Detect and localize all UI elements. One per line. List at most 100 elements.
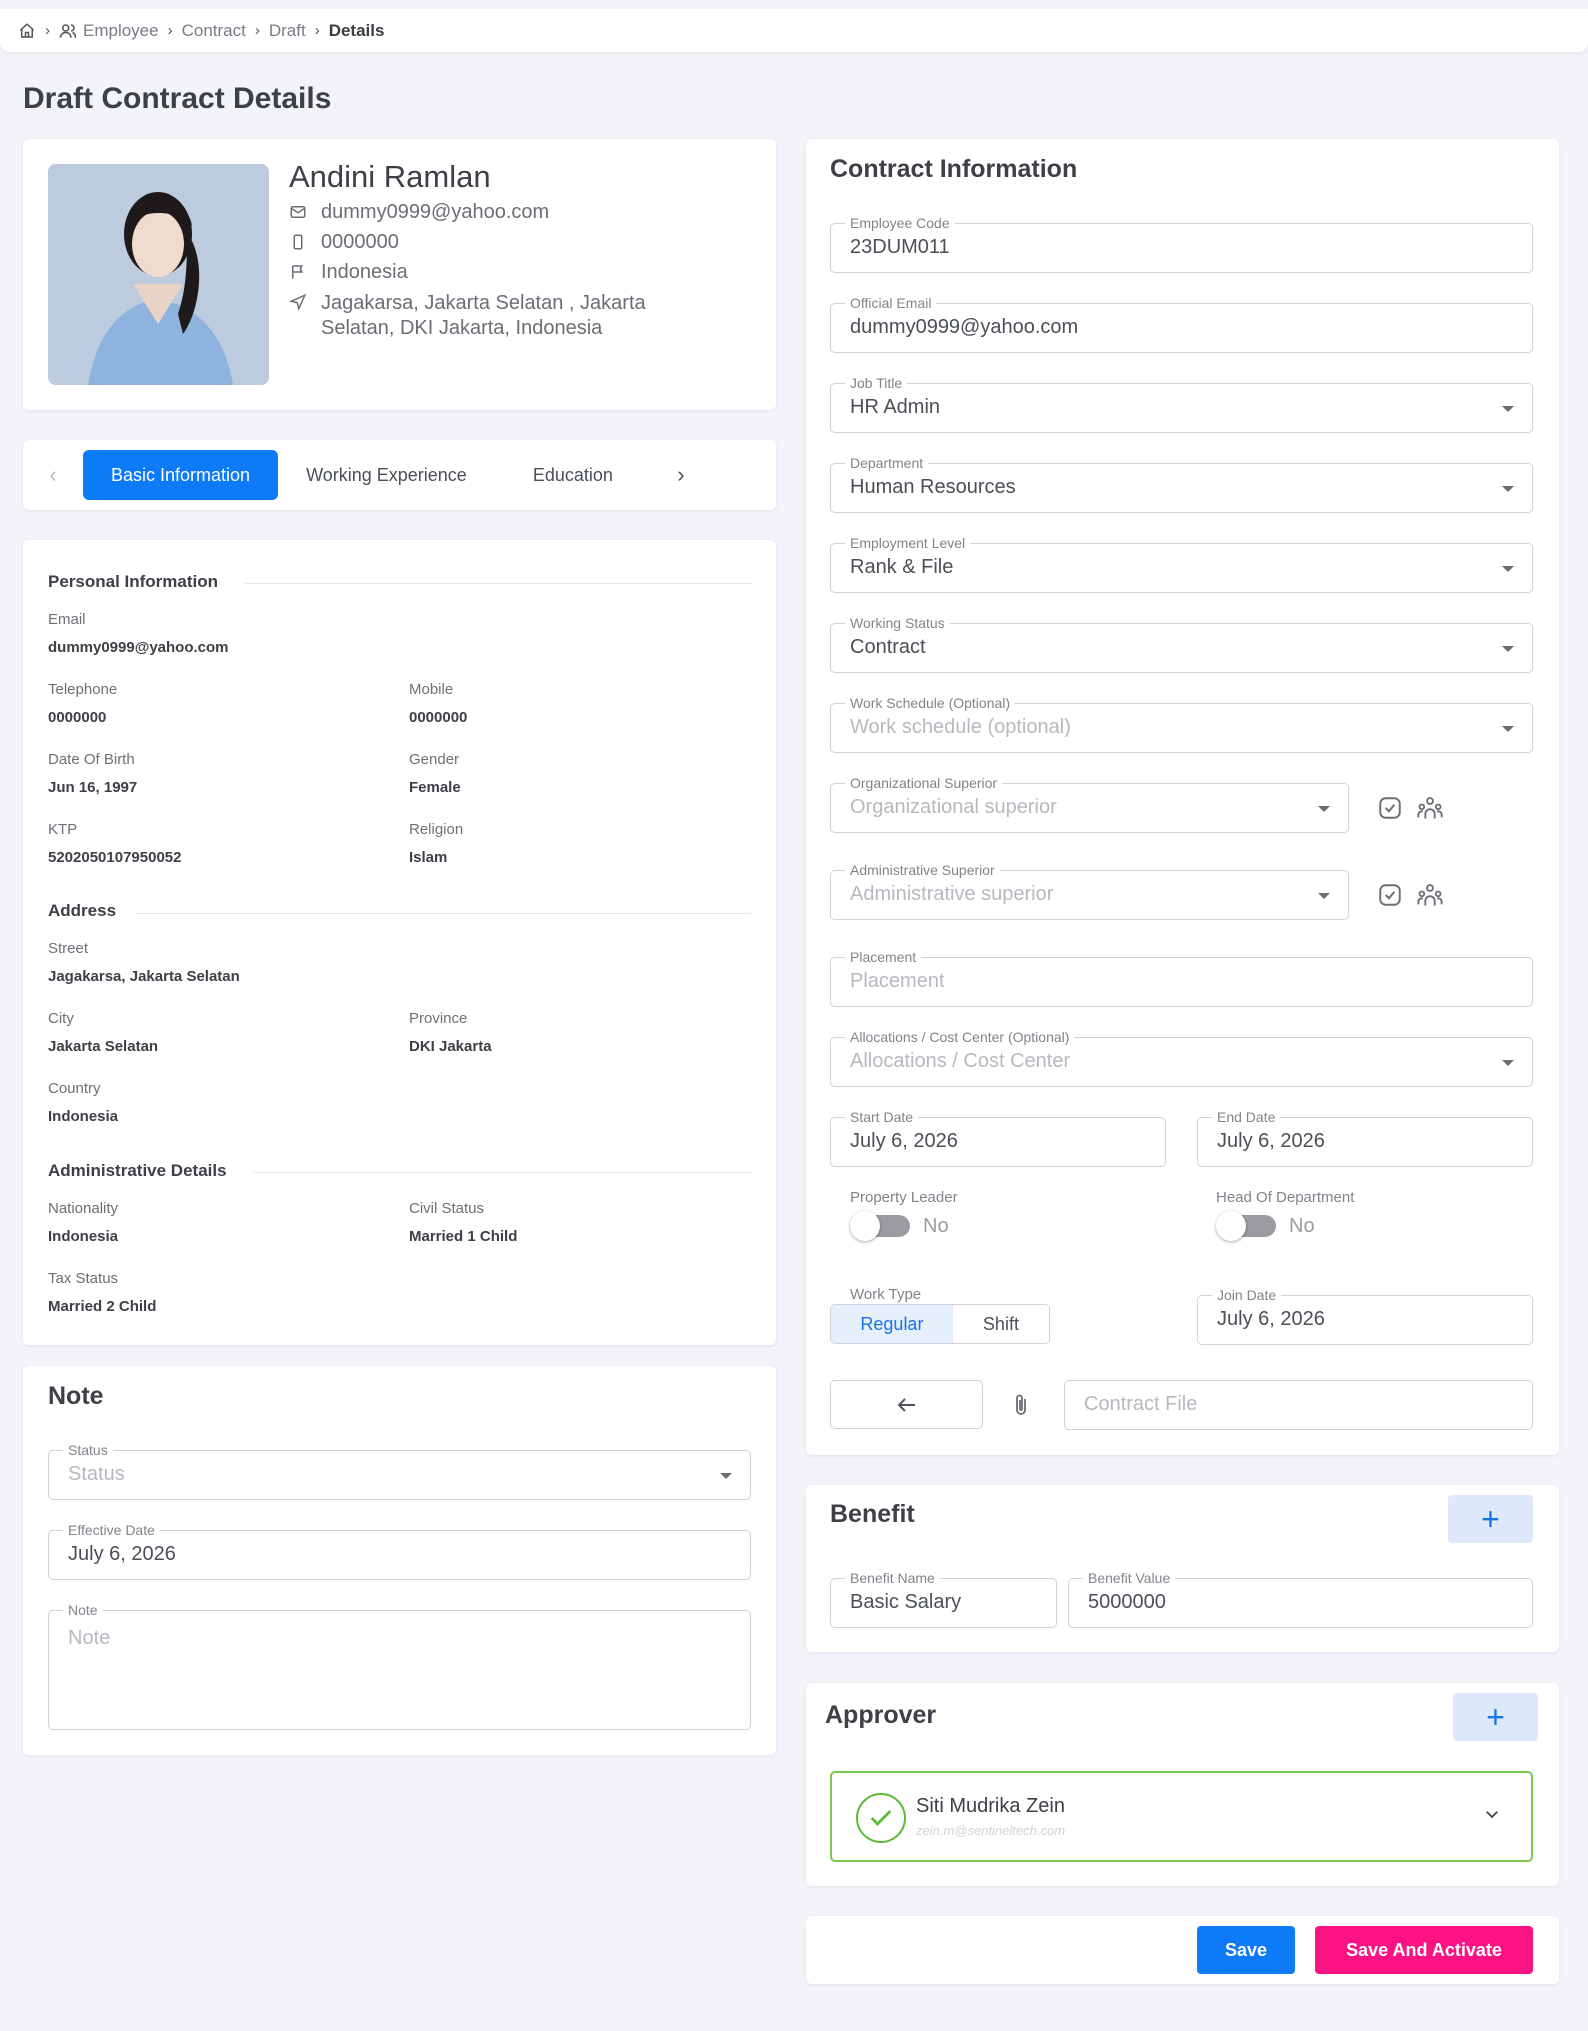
caret-down-icon (1502, 566, 1514, 572)
employment-level-label: Employment Level (845, 535, 971, 551)
official-email-label: Official Email (845, 295, 937, 311)
administrative-superior-label: Administrative Superior (845, 862, 1000, 878)
effective-date-field[interactable]: Effective Date July 6, 2026 (48, 1522, 751, 1580)
paperclip-icon[interactable] (1006, 1390, 1036, 1420)
mobile-value: 0000000 (409, 709, 468, 726)
approver-item[interactable]: Siti Mudrika Zein zein.m@sentineltech.co… (830, 1771, 1533, 1862)
job-title-select[interactable]: Job Title HR Admin (830, 375, 1533, 433)
benefit-name-field[interactable]: Benefit Name Basic Salary (830, 1570, 1057, 1628)
add-benefit-button[interactable]: + (1448, 1495, 1533, 1543)
flag-icon (289, 263, 309, 287)
department-label: Department (845, 455, 929, 471)
employee-code-field[interactable]: Employee Code 23DUM011 (830, 215, 1533, 273)
placement-placeholder: Placement (850, 970, 945, 992)
status-select[interactable]: Status Status (48, 1442, 751, 1500)
city-label: City (48, 1010, 74, 1027)
profile-card: Andini Ramlan dummy0999@yahoo.com 000000… (23, 139, 776, 410)
breadcrumb-draft[interactable]: Draft (269, 21, 306, 41)
benefit-value-value: 5000000 (1088, 1591, 1166, 1613)
religion-value: Islam (409, 849, 448, 866)
work-schedule-select[interactable]: Work Schedule (Optional) Work schedule (… (830, 695, 1533, 753)
caret-down-icon (720, 1473, 732, 1479)
benefit-card: Benefit + Benefit Name Basic Salary Bene… (806, 1485, 1559, 1652)
join-date-field[interactable]: Join Date July 6, 2026 (1197, 1287, 1533, 1345)
tab-basic-information[interactable]: Basic Information (83, 450, 279, 500)
dob-label: Date Of Birth (48, 751, 135, 768)
caret-down-icon (1318, 806, 1330, 812)
allocations-select[interactable]: Allocations / Cost Center (Optional) All… (830, 1029, 1533, 1087)
head-of-department-toggle[interactable] (1216, 1209, 1278, 1241)
ktp-value: 5202050107950052 (48, 849, 182, 866)
plus-icon: + (1481, 1500, 1500, 1537)
status-placeholder: Status (68, 1463, 125, 1485)
note-textarea[interactable]: Note Note (48, 1602, 751, 1730)
benefit-value-field[interactable]: Benefit Value 5000000 (1068, 1570, 1533, 1628)
chevron-right-icon[interactable]: › (651, 450, 711, 500)
add-approver-button[interactable]: + (1453, 1693, 1538, 1741)
province-value: DKI Jakarta (409, 1038, 492, 1055)
profile-address: Jagakarsa, Jakarta Selatan , Jakarta Sel… (321, 292, 646, 339)
status-label: Status (63, 1442, 113, 1458)
tab-working-experience[interactable]: Working Experience (278, 450, 495, 500)
head-of-department-label: Head Of Department (1216, 1189, 1355, 1206)
start-date-field[interactable]: Start Date July 6, 2026 (830, 1109, 1166, 1167)
tab-education[interactable]: Education (495, 450, 651, 500)
group-icon[interactable] (1415, 793, 1445, 823)
avatar (48, 164, 269, 385)
home-icon[interactable] (18, 22, 36, 40)
employee-code-label: Employee Code (845, 215, 955, 231)
breadcrumb-employee[interactable]: Employee (59, 21, 159, 41)
organizational-superior-select[interactable]: Organizational Superior Organizational s… (830, 775, 1349, 833)
chevron-left-icon[interactable]: ‹ (23, 450, 83, 500)
employment-level-select[interactable]: Employment Level Rank & File (830, 535, 1533, 593)
section-address: Address (48, 901, 117, 920)
breadcrumb-contract[interactable]: Contract (182, 21, 246, 41)
work-type-shift[interactable]: Shift (953, 1305, 1049, 1343)
working-status-select[interactable]: Working Status Contract (830, 615, 1533, 673)
tax-status-label: Tax Status (48, 1270, 119, 1287)
benefit-name-label: Benefit Name (845, 1570, 940, 1586)
save-and-activate-button[interactable]: Save And Activate (1315, 1926, 1533, 1974)
gender-value: Female (409, 779, 461, 796)
nationality-value: Indonesia (48, 1228, 119, 1245)
contract-file-input[interactable]: Contract File (1064, 1380, 1533, 1430)
approver-card: Approver + Siti Mudrika Zein zein.m@sent… (806, 1683, 1559, 1886)
caret-down-icon (1502, 486, 1514, 492)
official-email-field[interactable]: Official Email dummy0999@yahoo.com (830, 295, 1533, 353)
street-label: Street (48, 940, 89, 957)
back-button[interactable] (830, 1380, 983, 1429)
property-leader-label: Property Leader (850, 1189, 958, 1206)
chevron-right-icon: › (314, 22, 320, 39)
work-type-regular[interactable]: Regular (831, 1305, 953, 1343)
chevron-right-icon: › (167, 22, 173, 39)
profile-address-row: Jagakarsa, Jakarta Selatan , Jakarta Sel… (288, 291, 701, 341)
administrative-superior-select[interactable]: Administrative Superior Administrative s… (830, 862, 1349, 920)
placement-field[interactable]: Placement Placement (830, 949, 1533, 1007)
contract-title: Contract Information (830, 155, 1078, 183)
approver-name: Siti Mudrika Zein (916, 1795, 1065, 1817)
property-leader-toggle[interactable] (850, 1209, 912, 1241)
check-square-icon[interactable] (1375, 880, 1405, 910)
save-button[interactable]: Save (1197, 1926, 1295, 1974)
country-value: Indonesia (48, 1108, 119, 1125)
check-circle-icon (856, 1793, 906, 1843)
profile-phone-row: 0000000 (289, 231, 399, 257)
telephone-value: 0000000 (48, 709, 107, 726)
work-type-toggle: Regular Shift (830, 1304, 1050, 1344)
section-personal-information: Personal Information (48, 572, 219, 591)
profile-email: dummy0999@yahoo.com (321, 201, 550, 223)
tabs-bar: ‹ Basic Information Working Experience E… (23, 440, 776, 510)
chevron-down-icon[interactable] (1483, 1805, 1501, 1828)
chevron-right-icon: › (254, 22, 260, 39)
join-date-value: July 6, 2026 (1217, 1308, 1325, 1330)
contract-info-card: Contract Information Employee Code 23DUM… (806, 139, 1559, 1455)
join-date-label: Join Date (1212, 1287, 1282, 1303)
group-icon[interactable] (1415, 880, 1445, 910)
check-square-icon[interactable] (1375, 793, 1405, 823)
end-date-field[interactable]: End Date July 6, 2026 (1197, 1109, 1533, 1167)
work-schedule-placeholder: Work schedule (optional) (850, 716, 1071, 738)
section-administrative-details: Administrative Details (48, 1161, 227, 1180)
approver-title: Approver (825, 1701, 937, 1729)
department-select[interactable]: Department Human Resources (830, 455, 1533, 513)
phone-icon (289, 233, 309, 257)
